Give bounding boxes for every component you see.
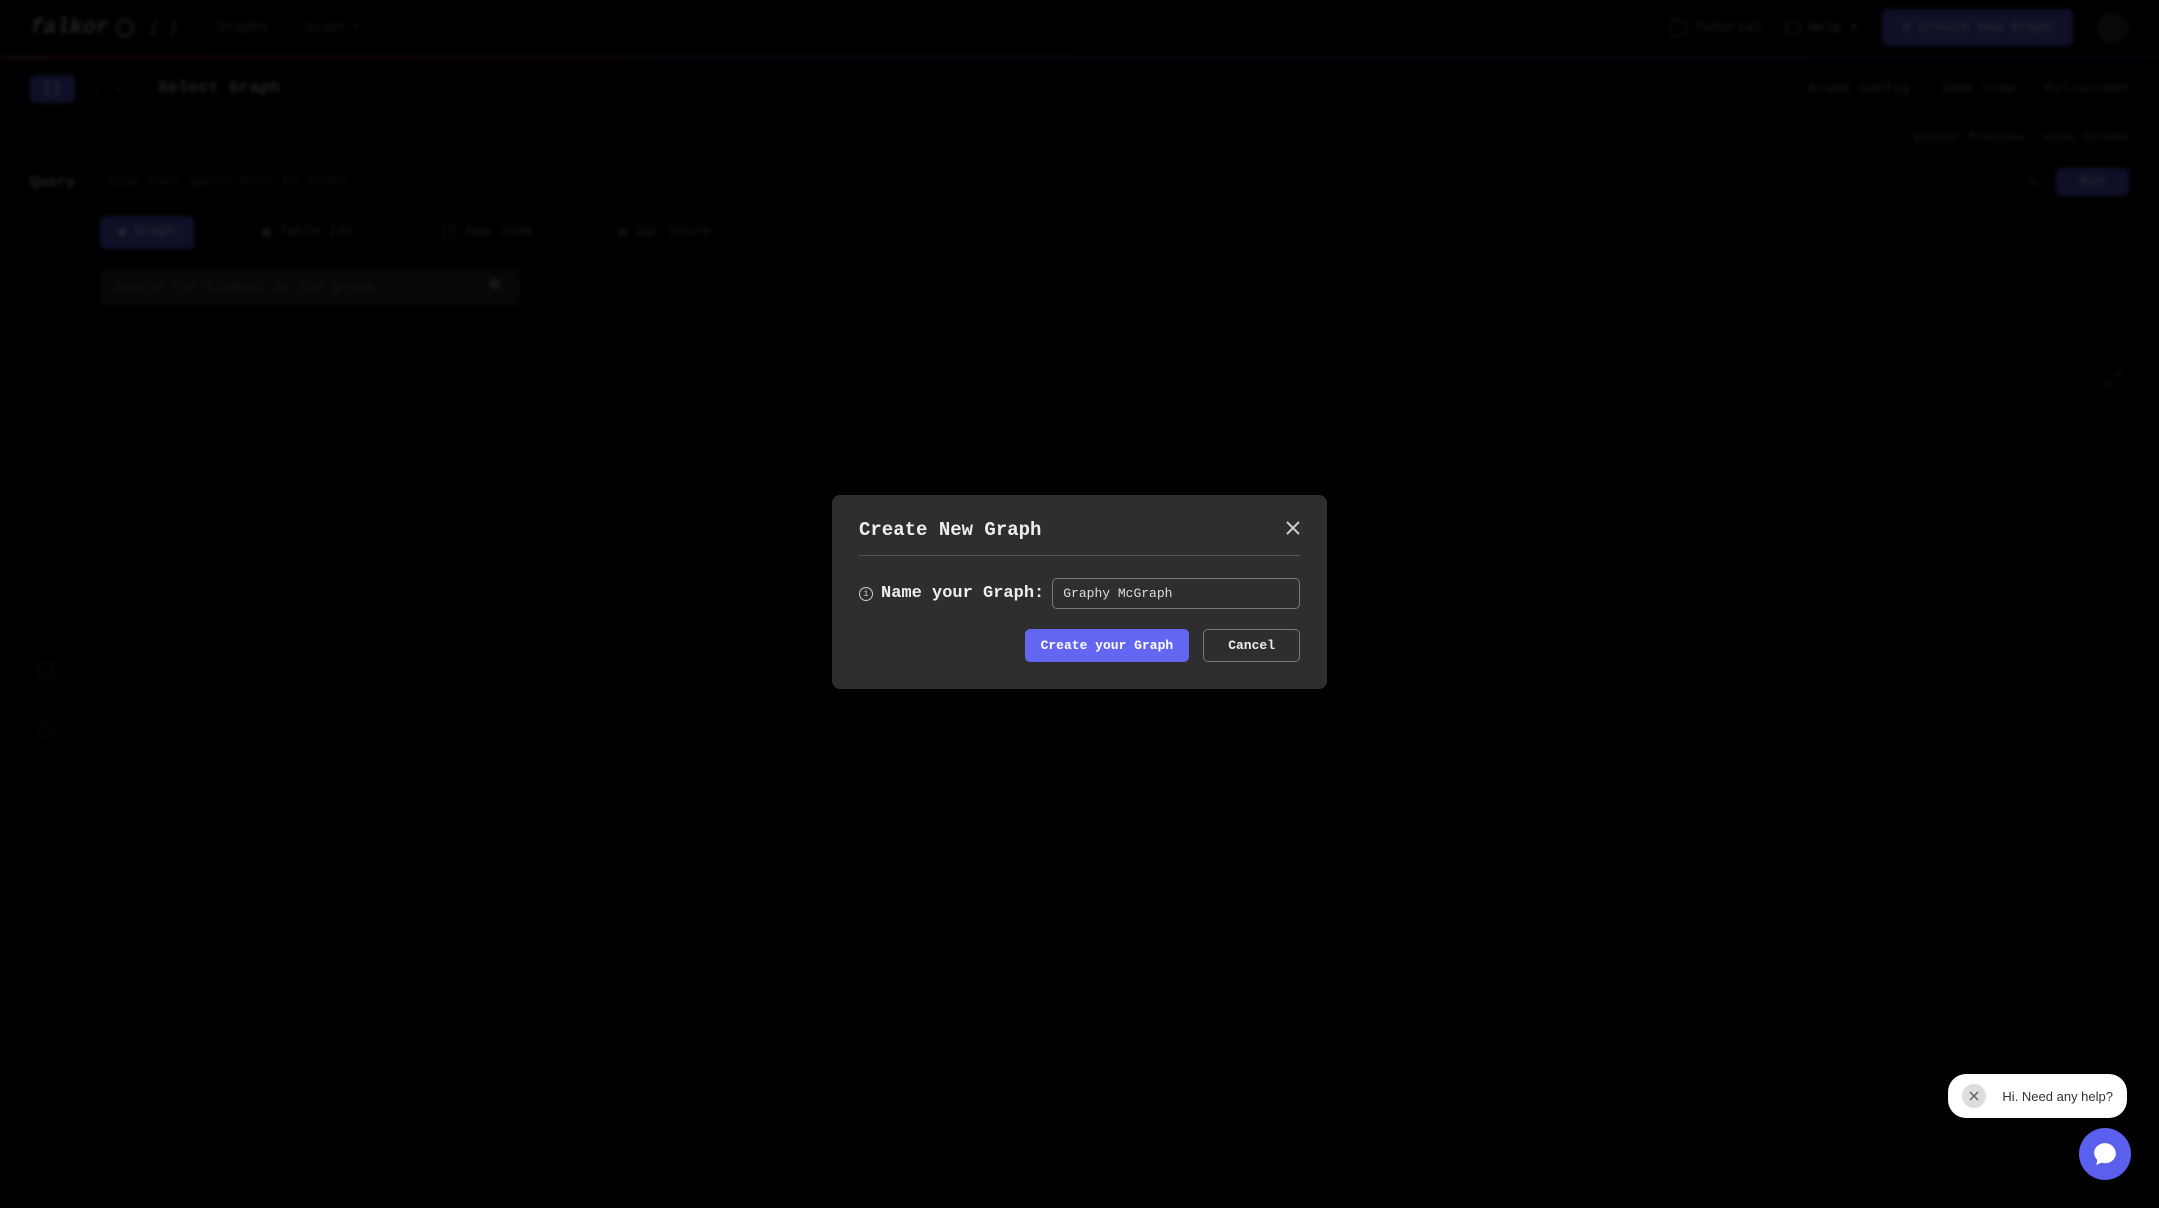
- chat-tooltip-close[interactable]: [1962, 1084, 1986, 1108]
- chat-launcher-button[interactable]: [2079, 1128, 2131, 1180]
- modal-body: i Name your Graph:: [859, 556, 1300, 609]
- modal-close-button[interactable]: [1286, 521, 1300, 540]
- cancel-button[interactable]: Cancel: [1203, 629, 1300, 662]
- info-icon[interactable]: i: [859, 587, 873, 601]
- close-icon: [1969, 1091, 1979, 1101]
- modal-header: Create New Graph: [859, 519, 1300, 556]
- chat-tooltip: Hi. Need any help?: [1948, 1074, 2127, 1118]
- graph-name-input[interactable]: [1052, 578, 1300, 609]
- modal-footer: Create your Graph Cancel: [859, 629, 1300, 662]
- chat-icon: [2092, 1141, 2118, 1167]
- graph-name-label: Name your Graph:: [881, 584, 1044, 603]
- create-graph-modal: Create New Graph i Name your Graph: Crea…: [832, 495, 1327, 689]
- modal-overlay: Create New Graph i Name your Graph: Crea…: [0, 0, 2159, 1208]
- create-your-graph-button[interactable]: Create your Graph: [1025, 629, 1190, 662]
- modal-title: Create New Graph: [859, 519, 1041, 541]
- chat-tooltip-text: Hi. Need any help?: [2002, 1089, 2113, 1104]
- close-icon: [1286, 521, 1300, 535]
